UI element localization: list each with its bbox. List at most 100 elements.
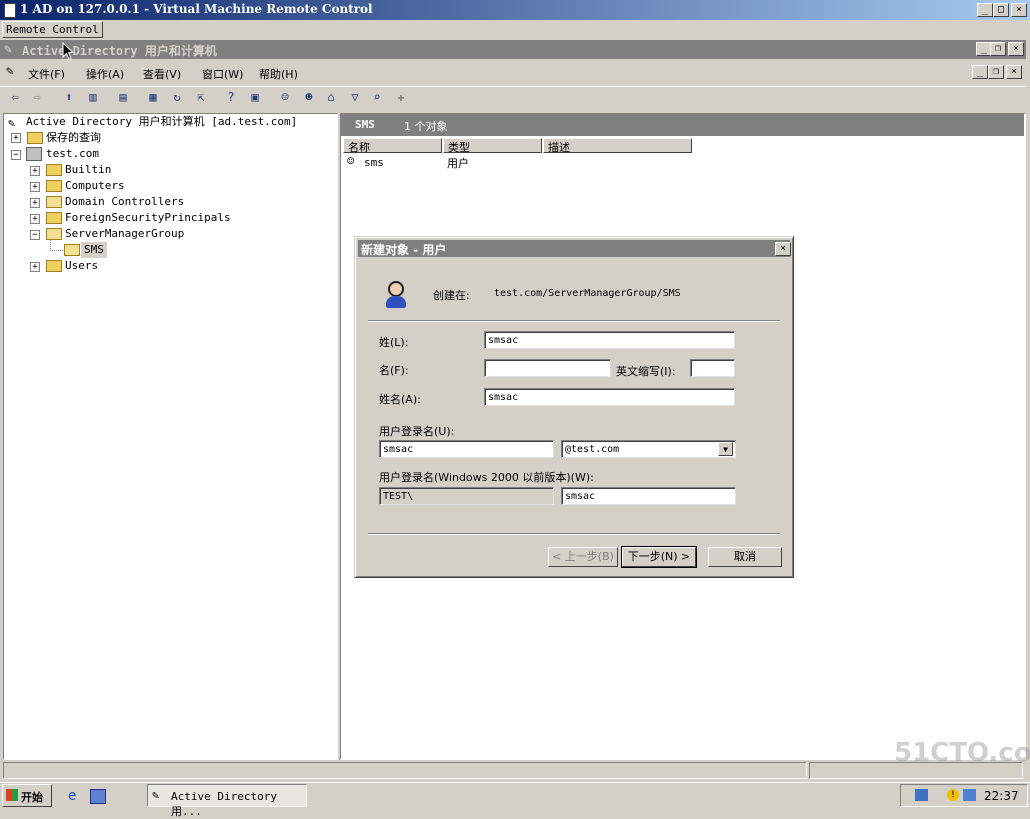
child-close-button[interactable]: × — [1006, 65, 1022, 79]
new-group-icon[interactable]: ☻ — [300, 89, 318, 105]
tray-icon[interactable] — [963, 789, 976, 801]
up-folder-icon[interactable]: ⬆ — [60, 89, 78, 105]
menu-help[interactable]: 帮助(H) — [259, 66, 298, 82]
vmrc-close-button[interactable]: × — [1011, 3, 1027, 17]
add-to-group-icon[interactable]: ✚ — [392, 89, 410, 105]
vmrc-minimize-button[interactable]: _ — [977, 3, 993, 17]
pre2000-logon-input[interactable]: smsac — [561, 487, 736, 505]
folder-icon — [46, 164, 62, 176]
vmrc-maximize-button[interactable]: □ — [993, 3, 1009, 17]
first-name-input[interactable] — [484, 359, 611, 377]
explorer-icon[interactable] — [90, 789, 106, 804]
dialog-separator — [368, 320, 780, 322]
logon-name-input[interactable]: smsac — [379, 440, 554, 458]
system-tray: ! 22:37 — [900, 784, 1028, 807]
find-icon[interactable]: ⌕ — [368, 89, 386, 105]
properties-icon[interactable]: ▦ — [144, 89, 162, 105]
next-button[interactable]: 下一步(N) > — [621, 546, 697, 568]
console-icon: ✎ — [6, 64, 14, 79]
list-header-band: SMS 1 个对象 — [341, 114, 1024, 136]
ou-icon — [46, 196, 62, 208]
menu-file[interactable]: 文件(F) — [28, 66, 65, 82]
expand-fsp-icon[interactable]: + — [30, 214, 40, 224]
tree-item-computers[interactable]: Computers — [65, 178, 125, 194]
collapse-servermanagergroup-icon[interactable]: − — [30, 230, 40, 240]
initials-input[interactable] — [690, 359, 735, 377]
collapse-domain-icon[interactable]: − — [11, 150, 21, 160]
taskbar-button-aduc[interactable]: ✎ Active Directory 用... — [147, 784, 307, 818]
column-header-description[interactable]: 描述 — [543, 138, 692, 154]
tree-item-sms[interactable]: SMS — [81, 242, 107, 258]
expand-builtin-icon[interactable]: + — [30, 166, 40, 176]
expand-domain-controllers-icon[interactable]: + — [30, 198, 40, 208]
status-bar — [0, 760, 1026, 780]
chevron-down-icon[interactable]: ▼ — [718, 442, 733, 456]
tree-root[interactable]: Active Directory 用户和计算机 [ad.test.com] — [26, 114, 297, 130]
tree-item-builtin[interactable]: Builtin — [65, 162, 111, 178]
mmc-close-button[interactable]: × — [1008, 42, 1024, 56]
user-avatar-icon — [385, 281, 407, 309]
dialog-title: 新建对象 - 用户 — [361, 243, 447, 257]
console-view-icon[interactable]: ▣ — [246, 89, 264, 105]
tree-item-domain[interactable]: test.com — [46, 146, 99, 162]
paste-icon[interactable]: ▤ — [114, 89, 132, 105]
tree-item-foreign-security-principals[interactable]: ForeignSecurityPrincipals — [65, 210, 231, 226]
menu-action[interactable]: 操作(A) — [86, 66, 124, 82]
domain-icon — [26, 147, 42, 161]
mmc-restore-button[interactable]: ❐ — [990, 42, 1006, 56]
dialog-title-bar: 新建对象 - 用户 × — [358, 240, 791, 257]
forward-icon[interactable]: ⇨ — [28, 89, 46, 105]
list-row[interactable]: ☺ sms 用户 — [345, 154, 645, 170]
mmc-title: Active Directory 用户和计算机 — [22, 44, 217, 58]
export-icon[interactable]: ⇱ — [192, 89, 210, 105]
start-label: 开始 — [21, 791, 43, 804]
mmc-menu-bar: ✎ 文件(F) 操作(A) 查看(V) 窗口(W) 帮助(H) _ ❐ × — [0, 61, 1026, 83]
vmrc-title-bar: 1 AD on 127.0.0.1 - Virtual Machine Remo… — [0, 0, 1030, 20]
tree-item-servermanagergroup[interactable]: ServerManagerGroup — [65, 226, 184, 242]
tree-item-domain-controllers[interactable]: Domain Controllers — [65, 194, 184, 210]
mmc-title-bar: ✎ Active Directory 用户和计算机 _ ❐ × — [0, 40, 1026, 59]
initials-label: 英文缩写(I): — [616, 365, 676, 378]
column-header-type[interactable]: 类型 — [443, 138, 542, 154]
list-header-count: 1 个对象 — [404, 120, 448, 133]
tree-item-saved-queries[interactable]: 保存的查询 — [46, 130, 101, 146]
menu-view[interactable]: 查看(V) — [143, 66, 181, 82]
vmrc-app-icon — [4, 3, 16, 18]
ie-icon[interactable]: e — [68, 788, 76, 804]
expand-computers-icon[interactable]: + — [30, 182, 40, 192]
show-hide-tree-icon[interactable]: ▥ — [84, 89, 102, 105]
help-icon[interactable]: ? — [222, 89, 240, 105]
back-icon[interactable]: ⇦ — [6, 89, 24, 105]
child-minimize-button[interactable]: _ — [972, 65, 988, 79]
warning-icon[interactable]: ! — [947, 789, 959, 801]
list-row-name: sms — [364, 156, 384, 169]
start-button[interactable]: 开始 — [2, 784, 52, 807]
back-button[interactable]: < 上一步(B) — [548, 547, 618, 567]
mouse-cursor-icon — [62, 42, 74, 60]
tree-item-users[interactable]: Users — [65, 258, 98, 274]
child-restore-button[interactable]: ❐ — [988, 65, 1004, 79]
new-user-icon[interactable]: ☺ — [276, 89, 294, 105]
column-header-name[interactable]: 名称 — [343, 138, 442, 154]
aduc-root-icon: ✎ — [8, 116, 16, 130]
last-name-input[interactable]: smsac — [484, 331, 735, 349]
expand-users-icon[interactable]: + — [30, 262, 40, 272]
full-name-label: 姓名(A): — [379, 393, 421, 406]
dialog-close-button[interactable]: × — [775, 242, 791, 256]
refresh-icon[interactable]: ↻ — [168, 89, 186, 105]
vmrc-menu-bar: Remote Control — [0, 20, 1030, 38]
ou-icon — [64, 244, 80, 256]
new-ou-icon[interactable]: ⌂ — [322, 89, 340, 105]
menu-window[interactable]: 窗口(W) — [202, 66, 243, 82]
first-name-label: 名(F): — [379, 364, 409, 377]
last-name-label: 姓(L): — [379, 336, 409, 349]
clock: 22:37 — [984, 789, 1019, 803]
network-icon[interactable] — [915, 789, 928, 801]
expand-saved-queries-icon[interactable]: + — [11, 133, 21, 143]
folder-icon — [46, 212, 62, 224]
filter-icon[interactable]: ▽ — [346, 89, 364, 105]
vmrc-menu-remote-control[interactable]: Remote Control — [2, 21, 103, 38]
cancel-button[interactable]: 取消 — [708, 547, 782, 567]
domain-suffix-select[interactable]: @test.com — [561, 440, 736, 458]
full-name-input[interactable]: smsac — [484, 388, 735, 406]
